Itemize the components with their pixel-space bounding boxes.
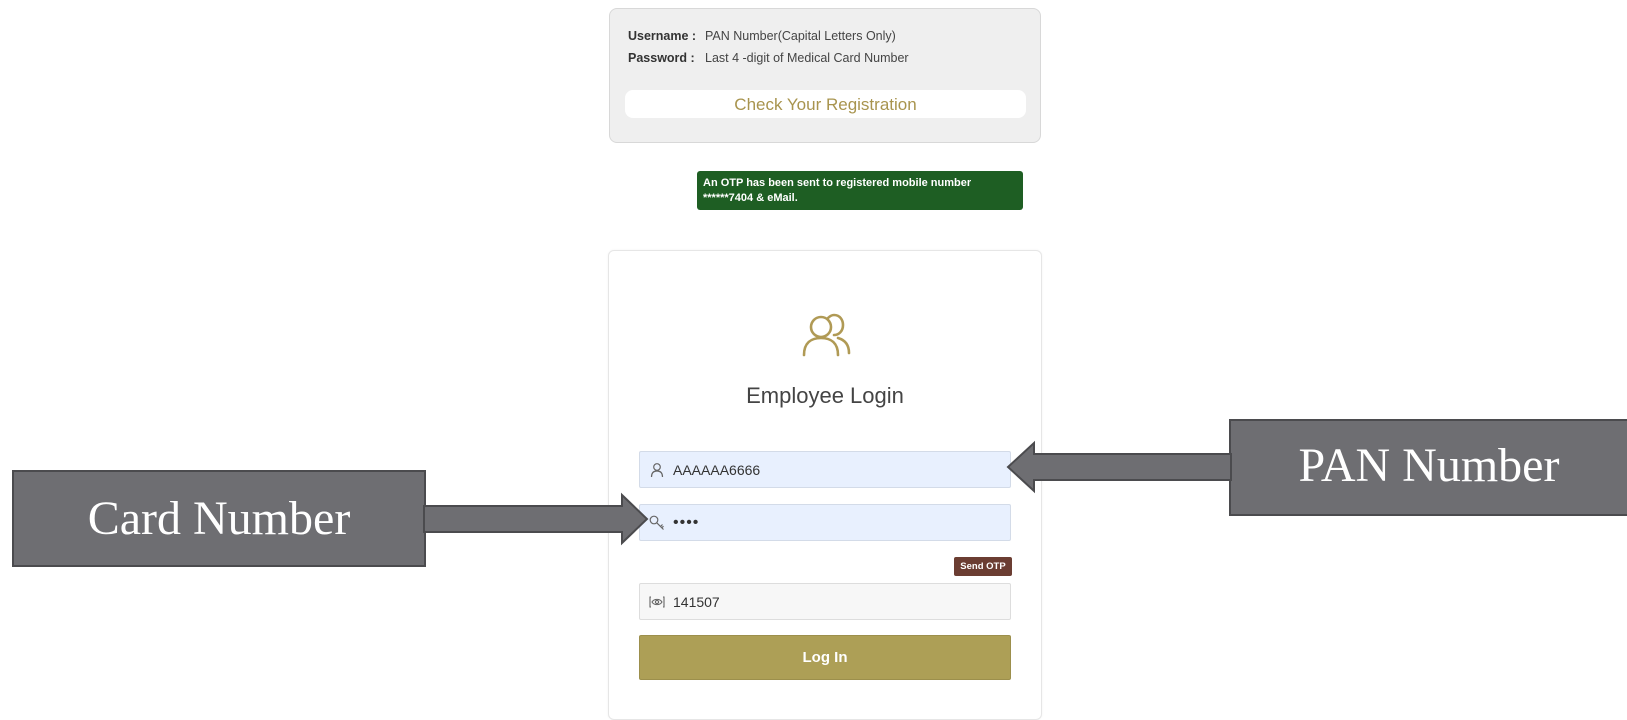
password-input[interactable] (673, 505, 1003, 540)
username-hint-label: Username : (628, 29, 697, 43)
employee-login-card: Employee Login Send OTP Log In (608, 250, 1042, 720)
username-hint: Username : PAN Number(Capital Letters Onl… (628, 29, 896, 43)
username-field (639, 451, 1011, 488)
password-hint: Password : Last 4 -digit of Medical Card … (628, 51, 909, 65)
users-icon (802, 313, 851, 357)
eye-icon (649, 596, 665, 608)
password-hint-value: Last 4 -digit of Medical Card Number (705, 51, 909, 65)
password-field (639, 504, 1011, 541)
user-icon (650, 463, 664, 478)
otp-sent-alert: An OTP has been sent to registered mobil… (697, 171, 1023, 210)
login-title: Employee Login (746, 383, 904, 408)
otp-field (639, 583, 1011, 620)
card-number-callout: Card Number (12, 470, 426, 567)
otp-alert-line2: ******7404 & eMail. (703, 192, 798, 204)
otp-alert-line1: An OTP has been sent to registered mobil… (703, 177, 972, 189)
pan-number-callout: PAN Number (1229, 419, 1627, 516)
otp-input[interactable] (673, 584, 1003, 619)
send-otp-button[interactable]: Send OTP (954, 557, 1012, 576)
check-registration-button[interactable]: Check Your Registration (625, 90, 1026, 118)
login-instructions-panel: Username : PAN Number(Capital Letters Onl… (609, 8, 1041, 143)
pan-number-arrow-icon (1006, 440, 1232, 494)
key-icon (649, 515, 664, 530)
login-button[interactable]: Log In (639, 635, 1011, 680)
username-input[interactable] (673, 452, 1003, 487)
card-number-arrow-icon (423, 492, 649, 546)
password-hint-label: Password : (628, 51, 695, 65)
username-hint-value: PAN Number(Capital Letters Only) (705, 29, 896, 43)
